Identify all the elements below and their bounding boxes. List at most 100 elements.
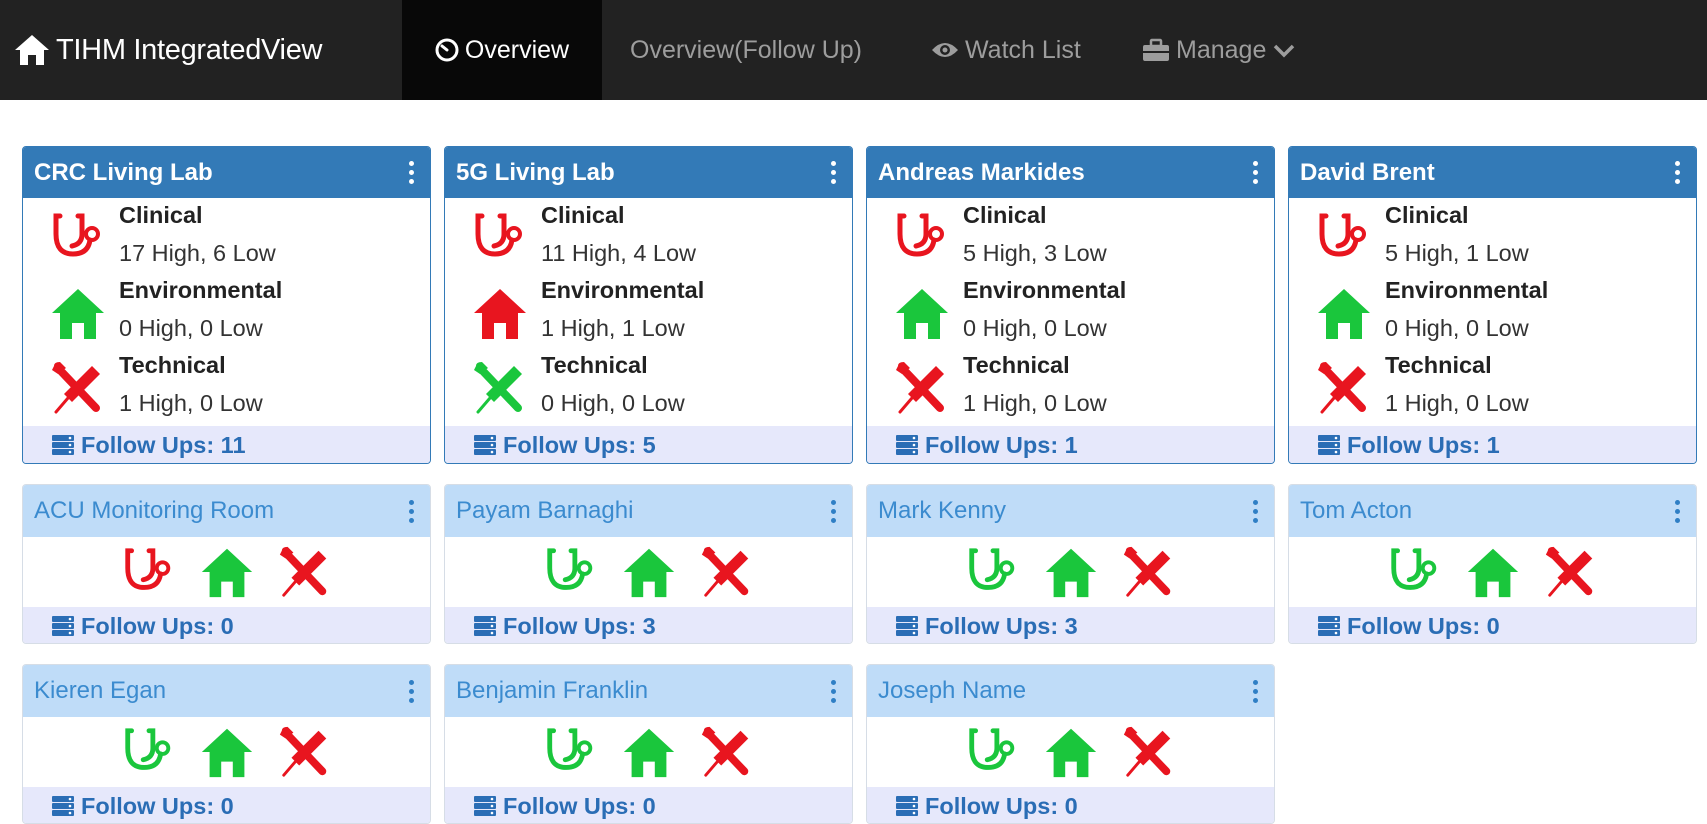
followups-link[interactable]: Follow Ups: 0 (23, 787, 430, 823)
followups-count: Follow Ups: 3 (925, 612, 1078, 639)
compact-status-card[interactable]: Payam Barnaghi Follow Ups: 3 (444, 484, 853, 644)
followups-count: Follow Ups: 1 (925, 431, 1078, 458)
card-title[interactable]: David Brent (1300, 159, 1435, 187)
alert-summary: 1 High, 0 Low (119, 390, 263, 416)
followups-link[interactable]: Follow Ups: 0 (1289, 607, 1696, 643)
card-title[interactable]: Tom Acton (1300, 497, 1412, 525)
compact-status-card[interactable]: Kieren Egan Follow Ups: 0 (22, 664, 431, 824)
alert-row-technical: Technical 1 High, 0 Low (1289, 348, 1696, 423)
home-icon (1045, 548, 1096, 598)
followups-link[interactable]: Follow Ups: 0 (23, 607, 430, 643)
alert-row-environmental: Environmental 0 High, 0 Low (23, 273, 430, 348)
home-icon (52, 289, 104, 339)
card-title[interactable]: Payam Barnaghi (456, 497, 633, 525)
card-header: David Brent (1289, 147, 1696, 198)
followups-link[interactable]: Follow Ups: 1 (867, 426, 1274, 463)
wrench-screwdriver-icon (1123, 726, 1170, 777)
card-menu-icon[interactable] (405, 498, 418, 525)
card-menu-icon[interactable] (1249, 498, 1262, 525)
followups-link[interactable]: Follow Ups: 3 (867, 607, 1274, 643)
stethoscope-icon (546, 548, 592, 590)
alert-summary: 11 High, 4 Low (541, 240, 697, 266)
alert-category: Technical (541, 352, 648, 378)
card-body: Clinical 17 High, 6 Low Environmental 0 … (23, 198, 430, 426)
alert-category: Clinical (541, 202, 625, 228)
card-menu-icon[interactable] (1671, 159, 1684, 186)
alert-summary-card[interactable]: CRC Living Lab Clinical 17 High, 6 Low E… (22, 146, 431, 464)
briefcase-icon (1143, 38, 1169, 61)
alert-category: Environmental (119, 277, 283, 303)
card-menu-icon[interactable] (1671, 498, 1684, 525)
brand-link[interactable]: TIHM IntegratedView (14, 0, 322, 100)
brand-title: TIHM IntegratedView (56, 33, 323, 66)
card-title[interactable]: CRC Living Lab (34, 159, 213, 187)
followups-count: Follow Ups: 0 (1347, 612, 1500, 639)
clinical-status-icon (1314, 208, 1374, 268)
alert-summary: 17 High, 6 Low (119, 240, 276, 266)
server-list-icon (896, 616, 918, 636)
card-menu-icon[interactable] (405, 678, 418, 705)
clinical-status-icon (892, 208, 952, 268)
home-icon (201, 728, 252, 778)
wrench-screwdriver-icon (52, 362, 100, 414)
alert-category: Clinical (963, 202, 1047, 228)
alert-summary: 0 High, 0 Low (119, 315, 263, 341)
card-menu-icon[interactable] (1249, 678, 1262, 705)
card-title[interactable]: Mark Kenny (878, 497, 1006, 525)
nav-tab-overview[interactable]: Overview (402, 0, 602, 100)
card-menu-icon[interactable] (827, 498, 840, 525)
compact-status-card[interactable]: Joseph Name Follow Ups: 0 (866, 664, 1275, 824)
technical-status-icon (892, 358, 952, 418)
card-title[interactable]: 5G Living Lab (456, 159, 615, 187)
alert-category: Clinical (119, 202, 203, 228)
stethoscope-icon (475, 213, 522, 257)
card-header: 5G Living Lab (445, 147, 852, 198)
followups-link[interactable]: Follow Ups: 3 (445, 607, 852, 643)
nav-dropdown-manage[interactable]: Manage (1142, 0, 1302, 100)
compact-status-card[interactable]: ACU Monitoring Room Follow Ups: 0 (22, 484, 431, 644)
home-icon (201, 548, 252, 598)
alert-row-clinical: Clinical 17 High, 6 Low (23, 198, 430, 273)
card-menu-icon[interactable] (827, 159, 840, 186)
alert-category: Environmental (1385, 277, 1549, 303)
card-title[interactable]: Kieren Egan (34, 677, 166, 705)
card-header: Mark Kenny (867, 485, 1274, 537)
followups-count: Follow Ups: 0 (503, 792, 656, 819)
server-list-icon (1318, 435, 1340, 455)
card-header: Payam Barnaghi (445, 485, 852, 537)
stethoscope-icon (124, 728, 170, 770)
followups-count: Follow Ups: 0 (81, 612, 234, 639)
compact-status-card[interactable]: Mark Kenny Follow Ups: 3 (866, 484, 1275, 644)
alert-summary: 0 High, 0 Low (1385, 315, 1529, 341)
followups-link[interactable]: Follow Ups: 0 (867, 787, 1274, 823)
card-menu-icon[interactable] (405, 159, 418, 186)
card-header: Benjamin Franklin (445, 665, 852, 717)
card-header: Joseph Name (867, 665, 1274, 717)
nav-tab-overview-followup[interactable]: Overview(Follow Up) (630, 0, 862, 100)
card-title[interactable]: Benjamin Franklin (456, 677, 648, 705)
card-title[interactable]: Andreas Markides (878, 159, 1085, 187)
card-menu-icon[interactable] (827, 678, 840, 705)
followups-count: Follow Ups: 1 (1347, 431, 1500, 458)
card-menu-icon[interactable] (1249, 159, 1262, 186)
status-icon-row (867, 537, 1274, 607)
followups-link[interactable]: Follow Ups: 1 (1289, 426, 1696, 463)
compact-status-card[interactable]: Benjamin Franklin Follow Ups: 0 (444, 664, 853, 824)
card-title[interactable]: ACU Monitoring Room (34, 497, 274, 525)
card-header: Kieren Egan (23, 665, 430, 717)
followups-link[interactable]: Follow Ups: 11 (23, 426, 430, 463)
clinical-status-icon (470, 208, 530, 268)
card-title[interactable]: Joseph Name (878, 677, 1026, 705)
alert-summary: 1 High, 0 Low (1385, 390, 1529, 416)
followups-link[interactable]: Follow Ups: 0 (445, 787, 852, 823)
wrench-screwdriver-icon (896, 362, 944, 414)
followups-link[interactable]: Follow Ups: 5 (445, 426, 852, 463)
alert-summary-card[interactable]: 5G Living Lab Clinical 11 High, 4 Low En… (444, 146, 853, 464)
environmental-status-icon (892, 283, 952, 343)
followups-count: Follow Ups: 0 (925, 792, 1078, 819)
compact-status-card[interactable]: Tom Acton Follow Ups: 0 (1288, 484, 1697, 644)
alert-summary-card[interactable]: David Brent Clinical 5 High, 1 Low Envir… (1288, 146, 1697, 464)
nav-tab-watchlist[interactable]: Watch List (931, 0, 1081, 100)
alert-summary-card[interactable]: Andreas Markides Clinical 5 High, 3 Low … (866, 146, 1275, 464)
alert-row-clinical: Clinical 5 High, 3 Low (867, 198, 1274, 273)
